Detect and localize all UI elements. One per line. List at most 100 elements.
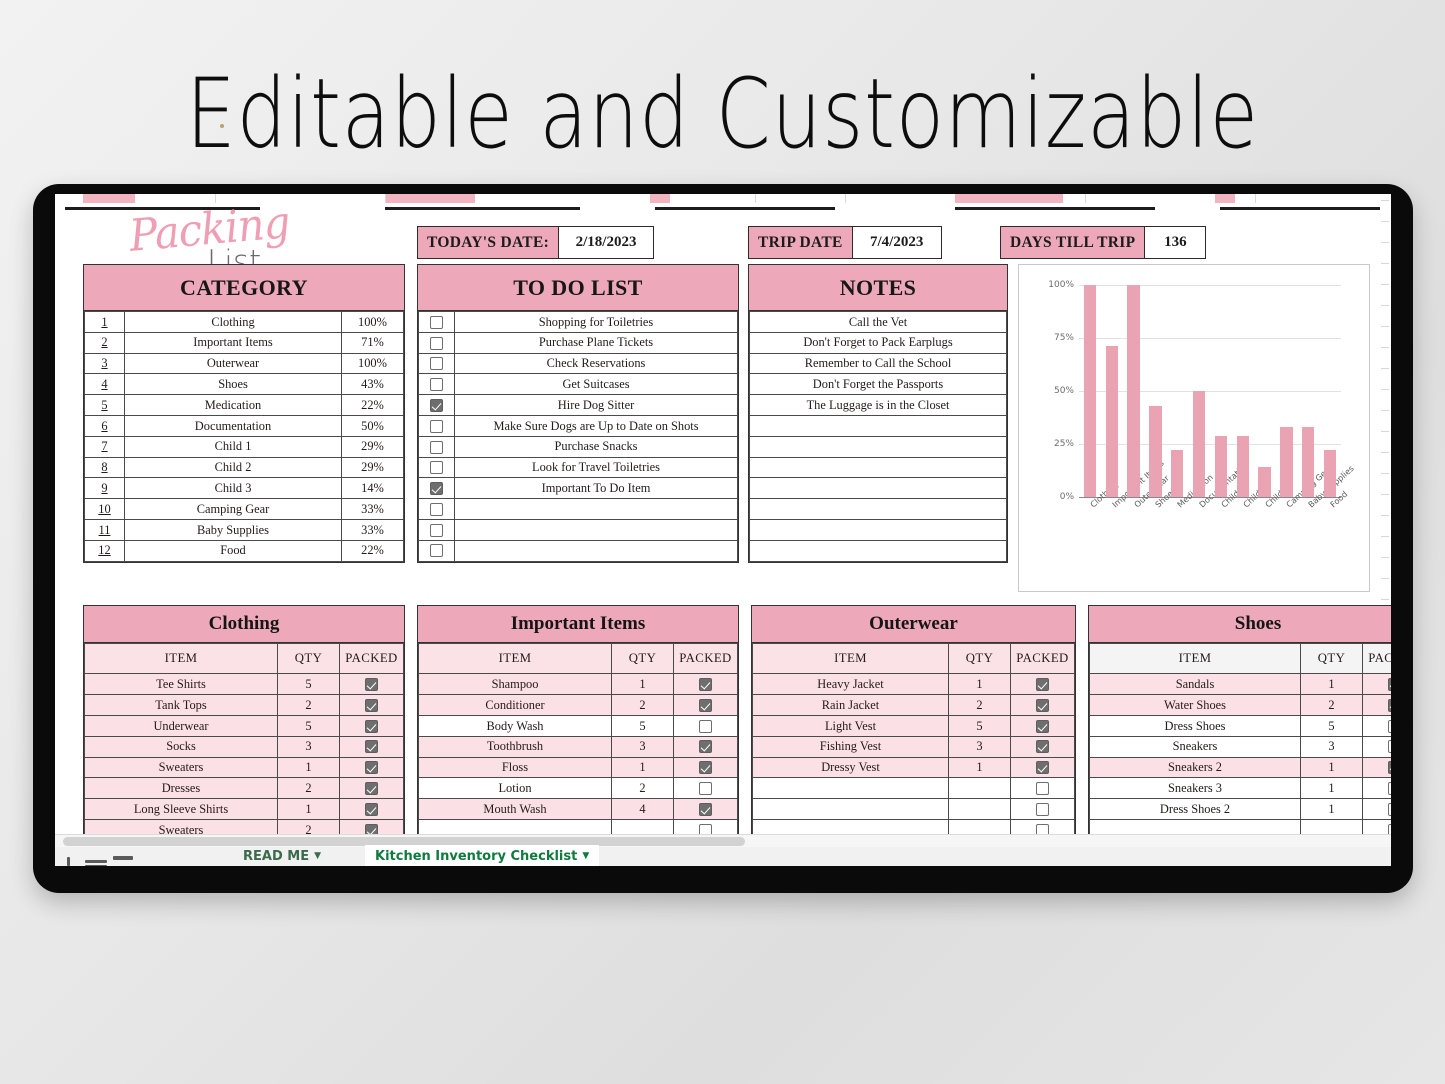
item-qty[interactable]: 1 — [277, 798, 340, 821]
item-name[interactable]: Underwear — [84, 714, 278, 737]
category-name[interactable]: Child 1 — [124, 435, 342, 458]
checkbox-icon[interactable] — [699, 698, 712, 712]
item-packed-cell[interactable] — [673, 756, 738, 779]
item-packed-cell[interactable] — [1010, 819, 1075, 834]
item-name[interactable]: Body Wash — [418, 714, 612, 737]
item-qty[interactable]: 2 — [611, 693, 674, 716]
item-name[interactable]: Dresses — [84, 777, 278, 800]
checkbox-icon[interactable] — [699, 782, 712, 796]
item-packed-cell[interactable] — [339, 735, 404, 758]
item-packed-cell[interactable] — [1010, 777, 1075, 800]
item-packed-cell[interactable] — [339, 756, 404, 779]
todo-checkbox-cell[interactable] — [418, 352, 455, 375]
todo-label[interactable] — [454, 518, 738, 541]
item-name[interactable]: Mouth Wash — [418, 798, 612, 821]
item-packed-cell[interactable] — [673, 673, 738, 695]
item-packed-cell[interactable] — [673, 777, 738, 800]
item-packed-cell[interactable] — [339, 798, 404, 821]
item-name[interactable]: Sneakers 2 — [1089, 756, 1301, 779]
checkbox-icon[interactable] — [365, 803, 378, 817]
item-packed-cell[interactable] — [339, 673, 404, 695]
item-name[interactable]: Tee Shirts — [84, 673, 278, 695]
item-packed-cell[interactable] — [1010, 756, 1075, 779]
item-name[interactable]: Dressy Vest — [752, 756, 949, 779]
checkbox-icon[interactable] — [699, 761, 712, 775]
item-packed-cell[interactable] — [339, 693, 404, 716]
checkbox-icon[interactable] — [430, 544, 443, 558]
note-text[interactable] — [749, 539, 1007, 562]
item-name[interactable] — [752, 777, 949, 800]
item-name[interactable]: Sneakers 3 — [1089, 777, 1301, 800]
todo-checkbox-cell[interactable] — [418, 311, 455, 333]
checkbox-icon[interactable] — [1388, 740, 1391, 754]
item-packed-cell[interactable] — [1362, 693, 1391, 716]
item-qty[interactable]: 2 — [277, 777, 340, 800]
item-qty[interactable]: 1 — [611, 673, 674, 695]
checkbox-icon[interactable] — [430, 315, 443, 329]
todo-checkbox-cell[interactable] — [418, 518, 455, 541]
menu-icon[interactable] — [113, 856, 133, 860]
item-qty[interactable]: 1 — [1300, 777, 1363, 800]
checkbox-icon[interactable] — [699, 803, 712, 817]
item-qty[interactable]: 1 — [1300, 673, 1363, 695]
checkbox-icon[interactable] — [365, 677, 378, 691]
category-name[interactable]: Clothing — [124, 311, 342, 333]
item-packed-cell[interactable] — [1362, 777, 1391, 800]
todo-label[interactable]: Shopping for Toiletries — [454, 311, 738, 333]
item-qty[interactable]: 5 — [1300, 714, 1363, 737]
chevron-down-icon[interactable]: ▼ — [314, 851, 321, 861]
item-name[interactable] — [752, 798, 949, 821]
checkbox-icon[interactable] — [365, 698, 378, 712]
item-name[interactable]: Rain Jacket — [752, 693, 949, 716]
item-name[interactable]: Sandals — [1089, 673, 1301, 695]
checkbox-icon[interactable] — [365, 719, 378, 733]
todo-label[interactable]: Important To Do Item — [454, 477, 738, 500]
checkbox-icon[interactable] — [1036, 677, 1049, 691]
item-packed-cell[interactable] — [1362, 819, 1391, 834]
checkbox-icon[interactable] — [430, 461, 443, 475]
item-qty[interactable] — [611, 819, 674, 834]
item-qty[interactable]: 1 — [948, 756, 1011, 779]
item-packed-cell[interactable] — [339, 819, 404, 834]
item-qty[interactable]: 5 — [948, 714, 1011, 737]
item-name[interactable]: Light Vest — [752, 714, 949, 737]
note-text[interactable] — [749, 498, 1007, 520]
checkbox-icon[interactable] — [699, 824, 712, 834]
item-packed-cell[interactable] — [673, 693, 738, 716]
item-name[interactable]: Toothbrush — [418, 735, 612, 758]
item-packed-cell[interactable] — [673, 714, 738, 737]
checkbox-icon[interactable] — [430, 523, 443, 537]
sheet-tab-kitchen-inventory-checklist[interactable]: Kitchen Inventory Checklist ▼ — [365, 845, 600, 866]
checkbox-icon[interactable] — [430, 357, 443, 371]
todo-checkbox-cell[interactable] — [418, 498, 455, 520]
item-name[interactable]: Conditioner — [418, 693, 612, 716]
checkbox-icon[interactable] — [430, 482, 443, 496]
item-qty[interactable] — [1300, 819, 1363, 834]
todo-label[interactable]: Purchase Snacks — [454, 435, 738, 458]
item-name[interactable] — [1089, 819, 1301, 834]
checkbox-icon[interactable] — [1388, 782, 1391, 796]
item-name[interactable]: Water Shoes — [1089, 693, 1301, 716]
trip-date-box[interactable]: TRIP DATE 7/4/2023 — [748, 226, 942, 259]
checkbox-icon[interactable] — [699, 719, 712, 733]
note-text[interactable] — [749, 518, 1007, 541]
note-text[interactable] — [749, 435, 1007, 458]
checkbox-icon[interactable] — [1036, 782, 1049, 796]
todo-checkbox-cell[interactable] — [418, 394, 455, 416]
checkbox-icon[interactable] — [1036, 719, 1049, 733]
item-packed-cell[interactable] — [673, 819, 738, 834]
item-packed-cell[interactable] — [1362, 756, 1391, 779]
item-packed-cell[interactable] — [1010, 735, 1075, 758]
note-text[interactable]: Don't Forget the Passports — [749, 373, 1007, 396]
checkbox-icon[interactable] — [699, 677, 712, 691]
category-name[interactable]: Important Items — [124, 331, 342, 354]
item-qty[interactable]: 1 — [611, 756, 674, 779]
category-name[interactable]: Camping Gear — [124, 498, 342, 520]
checkbox-icon[interactable] — [1036, 698, 1049, 712]
todo-label[interactable]: Check Reservations — [454, 352, 738, 375]
checkbox-icon[interactable] — [1036, 761, 1049, 775]
item-qty[interactable]: 2 — [1300, 693, 1363, 716]
item-name[interactable]: Lotion — [418, 777, 612, 800]
item-qty[interactable]: 2 — [277, 693, 340, 716]
note-text[interactable]: Don't Forget to Pack Earplugs — [749, 331, 1007, 354]
